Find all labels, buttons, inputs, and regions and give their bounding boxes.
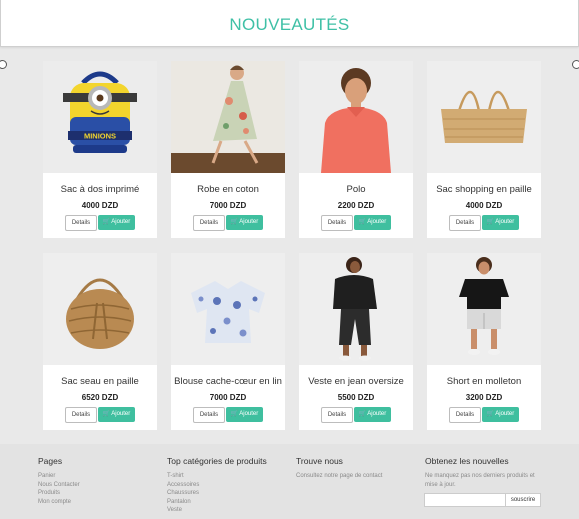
page-title: NOUVEAUTÉS [229, 15, 350, 34]
product-price: 5500 DZD [337, 393, 375, 402]
footer-newsletter-title: Obtenez les nouvelles [425, 456, 509, 466]
add-label: Ajouter [495, 219, 515, 225]
product-image-straw-tote-bag[interactable] [427, 61, 541, 173]
footer-link-veste[interactable]: Veste [167, 506, 267, 515]
product-name: Sac shopping en paille [436, 184, 532, 195]
details-button[interactable]: Details [193, 407, 225, 423]
footer-newsletter-text: Ne manquez pas nos derniers produits et … [425, 473, 535, 488]
footer-link-tshirt[interactable]: T-shirt [167, 472, 267, 481]
footer-categories-title: Top catégories de produits [167, 456, 267, 466]
add-label: Ajouter [495, 411, 515, 417]
product-card: Veste en jean oversize 5500 DZD Details … [299, 253, 413, 430]
page-header: NOUVEAUTÉS [0, 0, 579, 47]
add-to-cart-button[interactable]: 🛒Ajouter [354, 407, 391, 422]
add-to-cart-button[interactable]: 🛒Ajouter [98, 407, 135, 422]
footer-pages-title: Pages [38, 456, 63, 466]
cart-icon: 🛒 [102, 219, 111, 225]
product-price: 7000 DZD [209, 393, 247, 402]
cart-icon: 🛒 [358, 411, 367, 417]
add-label: Ajouter [367, 411, 387, 417]
product-image-blue-print-blouse[interactable] [171, 253, 285, 365]
carousel-left-handle[interactable] [0, 60, 7, 69]
footer-pages: Pages Panier Nous Contacter Produits Mon… [38, 456, 80, 506]
details-button[interactable]: Details [321, 407, 353, 423]
footer-link-compte[interactable]: Mon compte [38, 498, 80, 507]
add-label: Ajouter [239, 219, 259, 225]
product-name: Blouse cache-cœur en lin [174, 376, 282, 387]
details-button[interactable]: Details [449, 407, 481, 423]
product-image-boy-sweat-shorts[interactable] [427, 253, 541, 365]
footer-contact-link[interactable]: Consultez notre page de contact [296, 472, 382, 481]
add-to-cart-button[interactable]: 🛒Ajouter [482, 407, 519, 422]
add-label: Ajouter [111, 219, 131, 225]
product-price: 3200 DZD [465, 393, 503, 402]
product-card: Sac seau en paille 6520 DZD Details 🛒Ajo… [43, 253, 157, 430]
product-card: Robe en coton 7000 DZD Details 🛒Ajouter [171, 61, 285, 238]
details-button[interactable]: Details [321, 215, 353, 231]
add-to-cart-button[interactable]: 🛒Ajouter [226, 407, 263, 422]
details-button[interactable]: Details [193, 215, 225, 231]
product-image-floral-dress-woman[interactable] [171, 61, 285, 173]
add-to-cart-button[interactable]: 🛒Ajouter [98, 215, 135, 230]
details-button[interactable]: Details [65, 407, 97, 423]
product-name: Sac à dos imprimé [60, 184, 140, 195]
footer-link-accessoires[interactable]: Accessoires [167, 481, 267, 490]
product-price: 6520 DZD [81, 393, 119, 402]
cart-icon: 🛒 [102, 411, 111, 417]
product-price: 4000 DZD [81, 201, 119, 210]
carousel-right-handle[interactable] [572, 60, 579, 69]
product-price: 7000 DZD [209, 201, 247, 210]
footer-contact: Trouve nous Consultez notre page de cont… [296, 456, 382, 481]
newsletter-email-input[interactable] [424, 493, 506, 507]
footer-link-panier[interactable]: Panier [38, 472, 80, 481]
product-image-woman-black-jacket[interactable] [299, 253, 413, 365]
newsletter-form: souscrire [424, 493, 542, 507]
footer-categories: Top catégories de produits T-shirt Acces… [167, 456, 267, 515]
product-card: Blouse cache-cœur en lin 7000 DZD Detail… [171, 253, 285, 430]
product-name: Polo [346, 184, 366, 195]
details-button[interactable]: Details [449, 215, 481, 231]
cart-icon: 🛒 [486, 411, 495, 417]
add-to-cart-button[interactable]: 🛒Ajouter [482, 215, 519, 230]
footer-contact-title: Trouve nous [296, 456, 343, 466]
add-label: Ajouter [239, 411, 259, 417]
product-card: Short en molleton 3200 DZD Details 🛒Ajou… [427, 253, 541, 430]
footer-newsletter: Obtenez les nouvelles Ne manquez pas nos… [425, 456, 545, 490]
footer-link-pantalon[interactable]: Pantalon [167, 498, 267, 507]
add-label: Ajouter [367, 219, 387, 225]
product-image-straw-bucket-bag[interactable] [43, 253, 157, 365]
cart-icon: 🛒 [230, 411, 239, 417]
add-label: Ajouter [111, 411, 131, 417]
add-to-cart-button[interactable]: 🛒Ajouter [226, 215, 263, 230]
product-card: MINIONS Sac à dos imprimé 4000 DZD Detai… [43, 61, 157, 238]
add-to-cart-button[interactable]: 🛒Ajouter [354, 215, 391, 230]
cart-icon: 🛒 [486, 219, 495, 225]
product-price: 2200 DZD [337, 201, 375, 210]
product-image-boy-coral-polo[interactable] [299, 61, 413, 173]
product-price: 4000 DZD [465, 201, 503, 210]
cart-icon: 🛒 [230, 219, 239, 225]
cart-icon: 🛒 [358, 219, 367, 225]
product-card: Polo 2200 DZD Details 🛒Ajouter [299, 61, 413, 238]
footer-link-contact[interactable]: Nous Contacter [38, 481, 80, 490]
product-card: Sac shopping en paille 4000 DZD Details … [427, 61, 541, 238]
product-name: Short en molleton [446, 376, 522, 387]
product-image-minion-backpack[interactable]: MINIONS [43, 61, 157, 173]
details-button[interactable]: Details [65, 215, 97, 231]
footer-link-chaussures[interactable]: Chaussures [167, 489, 267, 498]
svg-text:MINIONS: MINIONS [84, 132, 116, 141]
product-name: Robe en coton [197, 184, 259, 195]
footer-link-produits[interactable]: Produits [38, 489, 80, 498]
product-name: Sac seau en paille [61, 376, 139, 387]
product-name: Veste en jean oversize [308, 376, 404, 387]
subscribe-button[interactable]: souscrire [505, 493, 541, 507]
page-footer: Pages Panier Nous Contacter Produits Mon… [0, 444, 579, 519]
